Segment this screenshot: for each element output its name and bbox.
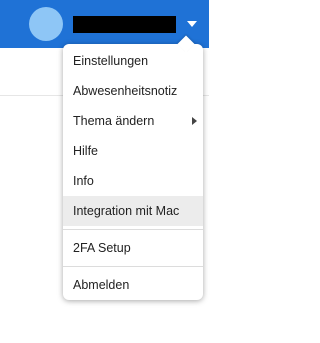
menu-item-integration-mit-mac[interactable]: Integration mit Mac	[63, 196, 203, 226]
menu-item-label: Abmelden	[73, 278, 130, 292]
user-menu: Einstellungen Abwesenheitsnotiz Thema än…	[63, 35, 203, 300]
menu-item-label: 2FA Setup	[73, 241, 131, 255]
chevron-right-icon	[192, 117, 197, 125]
chevron-down-icon[interactable]	[186, 17, 198, 31]
menu-item-label: Hilfe	[73, 144, 99, 158]
menu-item-hilfe[interactable]: Hilfe	[63, 136, 203, 166]
menu-item-info[interactable]: Info	[63, 166, 203, 196]
username-redacted[interactable]	[73, 16, 176, 33]
menu-item-thema-aendern[interactable]: Thema ändern	[63, 106, 203, 136]
menu-divider	[63, 266, 203, 267]
top-bar	[0, 0, 209, 48]
menu-item-abmelden[interactable]: Abmelden	[63, 270, 203, 300]
menu-item-label: Integration mit Mac	[73, 204, 180, 218]
menu-item-abwesenheitsnotiz[interactable]: Abwesenheitsnotiz	[63, 76, 203, 106]
menu-item-einstellungen[interactable]: Einstellungen	[63, 46, 203, 76]
menu-item-label: Thema ändern	[73, 114, 155, 128]
menu-divider	[63, 229, 203, 230]
menu-item-label: Info	[73, 174, 94, 188]
menu-item-label: Einstellungen	[73, 54, 149, 68]
menu-item-label: Abwesenheitsnotiz	[73, 84, 178, 98]
menu-item-2fa-setup[interactable]: 2FA Setup	[63, 233, 203, 263]
avatar[interactable]	[29, 7, 63, 41]
